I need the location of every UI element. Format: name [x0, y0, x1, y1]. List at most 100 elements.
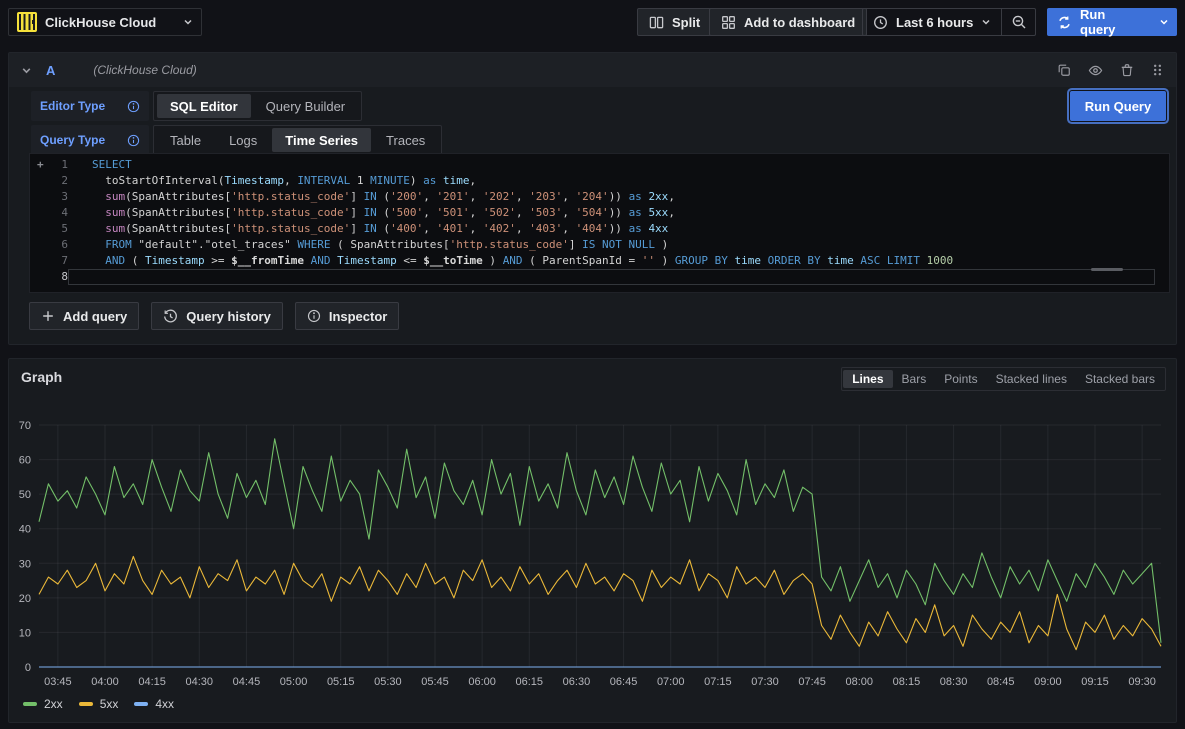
legend-item-5xx[interactable]: 5xx: [79, 697, 119, 711]
run-query-button[interactable]: Run query: [1047, 7, 1151, 37]
view-mode-stacked-lines[interactable]: Stacked lines: [987, 370, 1076, 388]
line-number: 1: [30, 157, 68, 173]
option-query-builder[interactable]: Query Builder: [253, 94, 358, 118]
info-circle-icon[interactable]: [127, 134, 140, 147]
code-line[interactable]: 8: [30, 269, 1169, 285]
x-tick-label: 05:30: [374, 676, 402, 688]
code-line[interactable]: 4 sum(SpanAttributes['http.status_code']…: [30, 205, 1169, 221]
info-circle-icon[interactable]: [127, 100, 140, 113]
code-text: sum(SpanAttributes['http.status_code'] I…: [68, 189, 1155, 205]
x-tick-label: 06:30: [563, 676, 591, 688]
add-query-label: Add query: [63, 309, 127, 324]
add-line-icon[interactable]: +: [37, 157, 44, 173]
drag-handle-icon[interactable]: [1151, 63, 1164, 78]
collapse-chevron-icon[interactable]: [21, 65, 32, 76]
sql-code-editor[interactable]: + 1SELECT2 toStartOfInterval(Timestamp, …: [29, 153, 1170, 293]
view-mode-lines[interactable]: Lines: [843, 370, 892, 388]
code-line[interactable]: 6 FROM "default"."otel_traces" WHERE ( S…: [30, 237, 1169, 253]
chevron-down-icon: [981, 17, 991, 27]
query-datasource-hint: (ClickHouse Cloud): [93, 63, 196, 77]
y-tick-label: 40: [19, 524, 31, 536]
query-footer-actions: Add query Query history Inspector: [29, 302, 399, 330]
legend-item-2xx[interactable]: 2xx: [23, 697, 63, 711]
code-line[interactable]: 1SELECT: [30, 157, 1169, 173]
line-number: 2: [30, 173, 68, 189]
plus-icon: [41, 309, 55, 323]
duplicate-query-icon[interactable]: [1057, 63, 1071, 78]
query-ref-id[interactable]: A: [46, 63, 55, 78]
code-line[interactable]: 5 sum(SpanAttributes['http.status_code']…: [30, 221, 1169, 237]
horizontal-scrollbar[interactable]: [1091, 268, 1123, 271]
code-text: sum(SpanAttributes['http.status_code'] I…: [68, 205, 1155, 221]
delete-query-trash-icon[interactable]: [1120, 63, 1134, 78]
run-query-panel-button[interactable]: Run Query: [1070, 91, 1166, 121]
code-line[interactable]: 3 sum(SpanAttributes['http.status_code']…: [30, 189, 1169, 205]
tab-table[interactable]: Table: [157, 128, 214, 152]
y-tick-label: 30: [19, 558, 31, 570]
legend-swatch-4xx: [134, 702, 148, 706]
y-tick-label: 20: [19, 593, 31, 605]
query-history-button[interactable]: Query history: [151, 302, 283, 330]
tab-logs[interactable]: Logs: [216, 128, 270, 152]
datasource-picker[interactable]: ClickHouse Cloud: [8, 8, 202, 36]
add-to-dashboard-button[interactable]: Add to dashboard: [709, 8, 867, 36]
y-tick-label: 60: [19, 455, 31, 467]
tab-time-series[interactable]: Time Series: [272, 128, 371, 152]
sql-code-lines: 1SELECT2 toStartOfInterval(Timestamp, IN…: [30, 154, 1169, 285]
tab-traces[interactable]: Traces: [373, 128, 438, 152]
add-query-button[interactable]: Add query: [29, 302, 139, 330]
x-tick-label: 07:15: [704, 676, 732, 688]
line-number: 4: [30, 205, 68, 221]
code-text: SELECT: [68, 157, 1155, 173]
split-button[interactable]: Split: [637, 8, 712, 36]
split-icon: [649, 15, 664, 30]
time-series-chart[interactable]: 01020304050607003:4504:0004:1504:3004:45…: [9, 389, 1178, 699]
x-tick-label: 05:45: [421, 676, 449, 688]
info-circle-icon: [307, 309, 321, 323]
x-tick-label: 03:45: [44, 676, 72, 688]
view-mode-points[interactable]: Points: [935, 370, 986, 388]
sync-icon: [1057, 15, 1072, 30]
code-line[interactable]: 7 AND ( Timestamp >= $__fromTime AND Tim…: [30, 253, 1169, 269]
y-tick-label: 70: [19, 420, 31, 432]
x-tick-label: 09:30: [1128, 676, 1156, 688]
view-mode-stacked-bars[interactable]: Stacked bars: [1076, 370, 1164, 388]
zoom-out-icon: [1011, 14, 1027, 30]
time-range-button[interactable]: Last 6 hours: [863, 9, 1001, 35]
x-tick-label: 09:00: [1034, 676, 1062, 688]
legend-item-4xx[interactable]: 4xx: [134, 697, 174, 711]
code-text: AND ( Timestamp >= $__fromTime AND Times…: [68, 253, 1155, 269]
chevron-down-icon: [183, 17, 193, 27]
run-query-split-button: Run query: [1047, 8, 1177, 36]
code-text: [68, 269, 1155, 285]
line-number: 6: [30, 237, 68, 253]
x-tick-label: 09:15: [1081, 676, 1109, 688]
zoom-out-button[interactable]: [1001, 9, 1035, 35]
x-tick-label: 07:30: [751, 676, 779, 688]
x-tick-label: 07:45: [798, 676, 826, 688]
y-tick-label: 50: [19, 489, 31, 501]
time-range-label: Last 6 hours: [896, 15, 973, 30]
hide-response-eye-icon[interactable]: [1088, 63, 1103, 78]
x-tick-label: 06:00: [468, 676, 496, 688]
run-query-dropdown[interactable]: [1151, 17, 1177, 27]
y-tick-label: 0: [25, 662, 31, 674]
option-sql-editor[interactable]: SQL Editor: [157, 94, 251, 118]
x-tick-label: 05:00: [280, 676, 308, 688]
x-tick-label: 08:00: [846, 676, 874, 688]
graph-view-mode-switch: LinesBarsPointsStacked linesStacked bars: [841, 367, 1166, 391]
query-row-header: A (ClickHouse Cloud): [9, 53, 1176, 87]
view-mode-bars[interactable]: Bars: [893, 370, 936, 388]
x-tick-label: 04:30: [186, 676, 214, 688]
history-icon: [163, 309, 178, 324]
query-history-label: Query history: [186, 309, 271, 324]
add-to-dashboard-label: Add to dashboard: [744, 15, 855, 30]
y-tick-label: 10: [19, 627, 31, 639]
code-line[interactable]: 2 toStartOfInterval(Timestamp, INTERVAL …: [30, 173, 1169, 189]
x-tick-label: 08:15: [893, 676, 921, 688]
line-number: 8: [30, 269, 68, 285]
apps-grid-icon: [721, 15, 736, 30]
x-tick-label: 07:00: [657, 676, 685, 688]
code-text: FROM "default"."otel_traces" WHERE ( Spa…: [68, 237, 1155, 253]
inspector-button[interactable]: Inspector: [295, 302, 400, 330]
